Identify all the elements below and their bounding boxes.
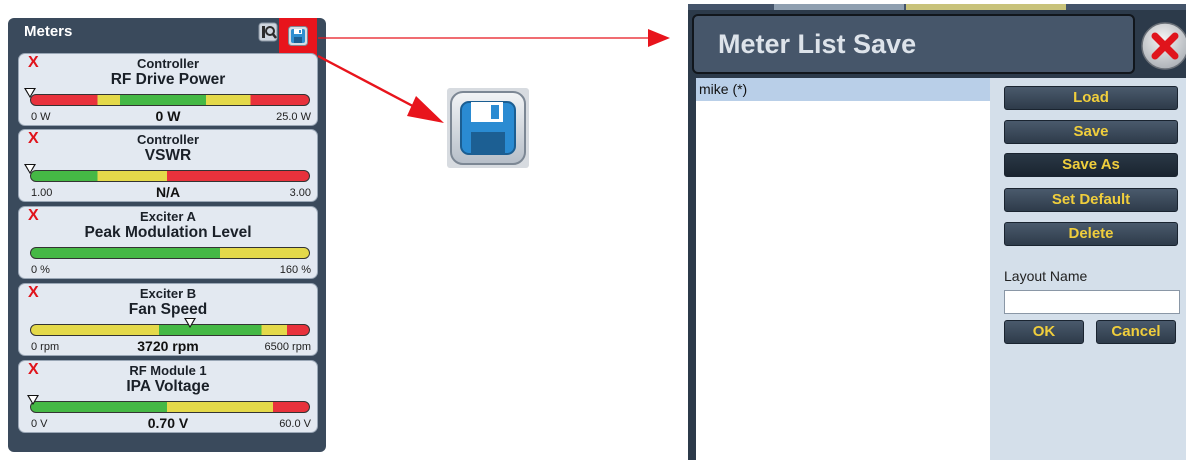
- list-item-label: mike (*): [699, 81, 748, 97]
- dialog-title: Meter List Save: [718, 29, 917, 59]
- close-x-icon[interactable]: [1140, 20, 1186, 72]
- layout-list[interactable]: mike (*): [696, 78, 990, 460]
- ok-button[interactable]: OK: [1004, 320, 1084, 344]
- meter-list-save-dialog: Meter List Save mike (*) Load Save Save …: [688, 4, 1186, 460]
- list-item[interactable]: mike (*): [696, 78, 990, 101]
- set-default-button[interactable]: Set Default: [1004, 188, 1178, 212]
- save-button[interactable]: Save: [1004, 120, 1178, 144]
- zoomed-save-icon-tile: [447, 88, 529, 168]
- cancel-button[interactable]: Cancel: [1096, 320, 1176, 344]
- dialog-top-strip: [688, 4, 1186, 10]
- load-button[interactable]: Load: [1004, 86, 1178, 110]
- save-as-button[interactable]: Save As: [1004, 153, 1178, 177]
- floppy-save-icon: [450, 91, 526, 165]
- delete-button[interactable]: Delete: [1004, 222, 1178, 246]
- layout-name-label: Layout Name: [1004, 268, 1088, 284]
- dialog-actions-column: Load Save Save As Set Default Delete Lay…: [990, 78, 1186, 460]
- top-tab-1: [774, 4, 904, 10]
- top-tab-2: [906, 4, 1066, 10]
- layout-name-input[interactable]: [1004, 290, 1180, 314]
- dialog-titlebar: Meter List Save: [692, 14, 1135, 74]
